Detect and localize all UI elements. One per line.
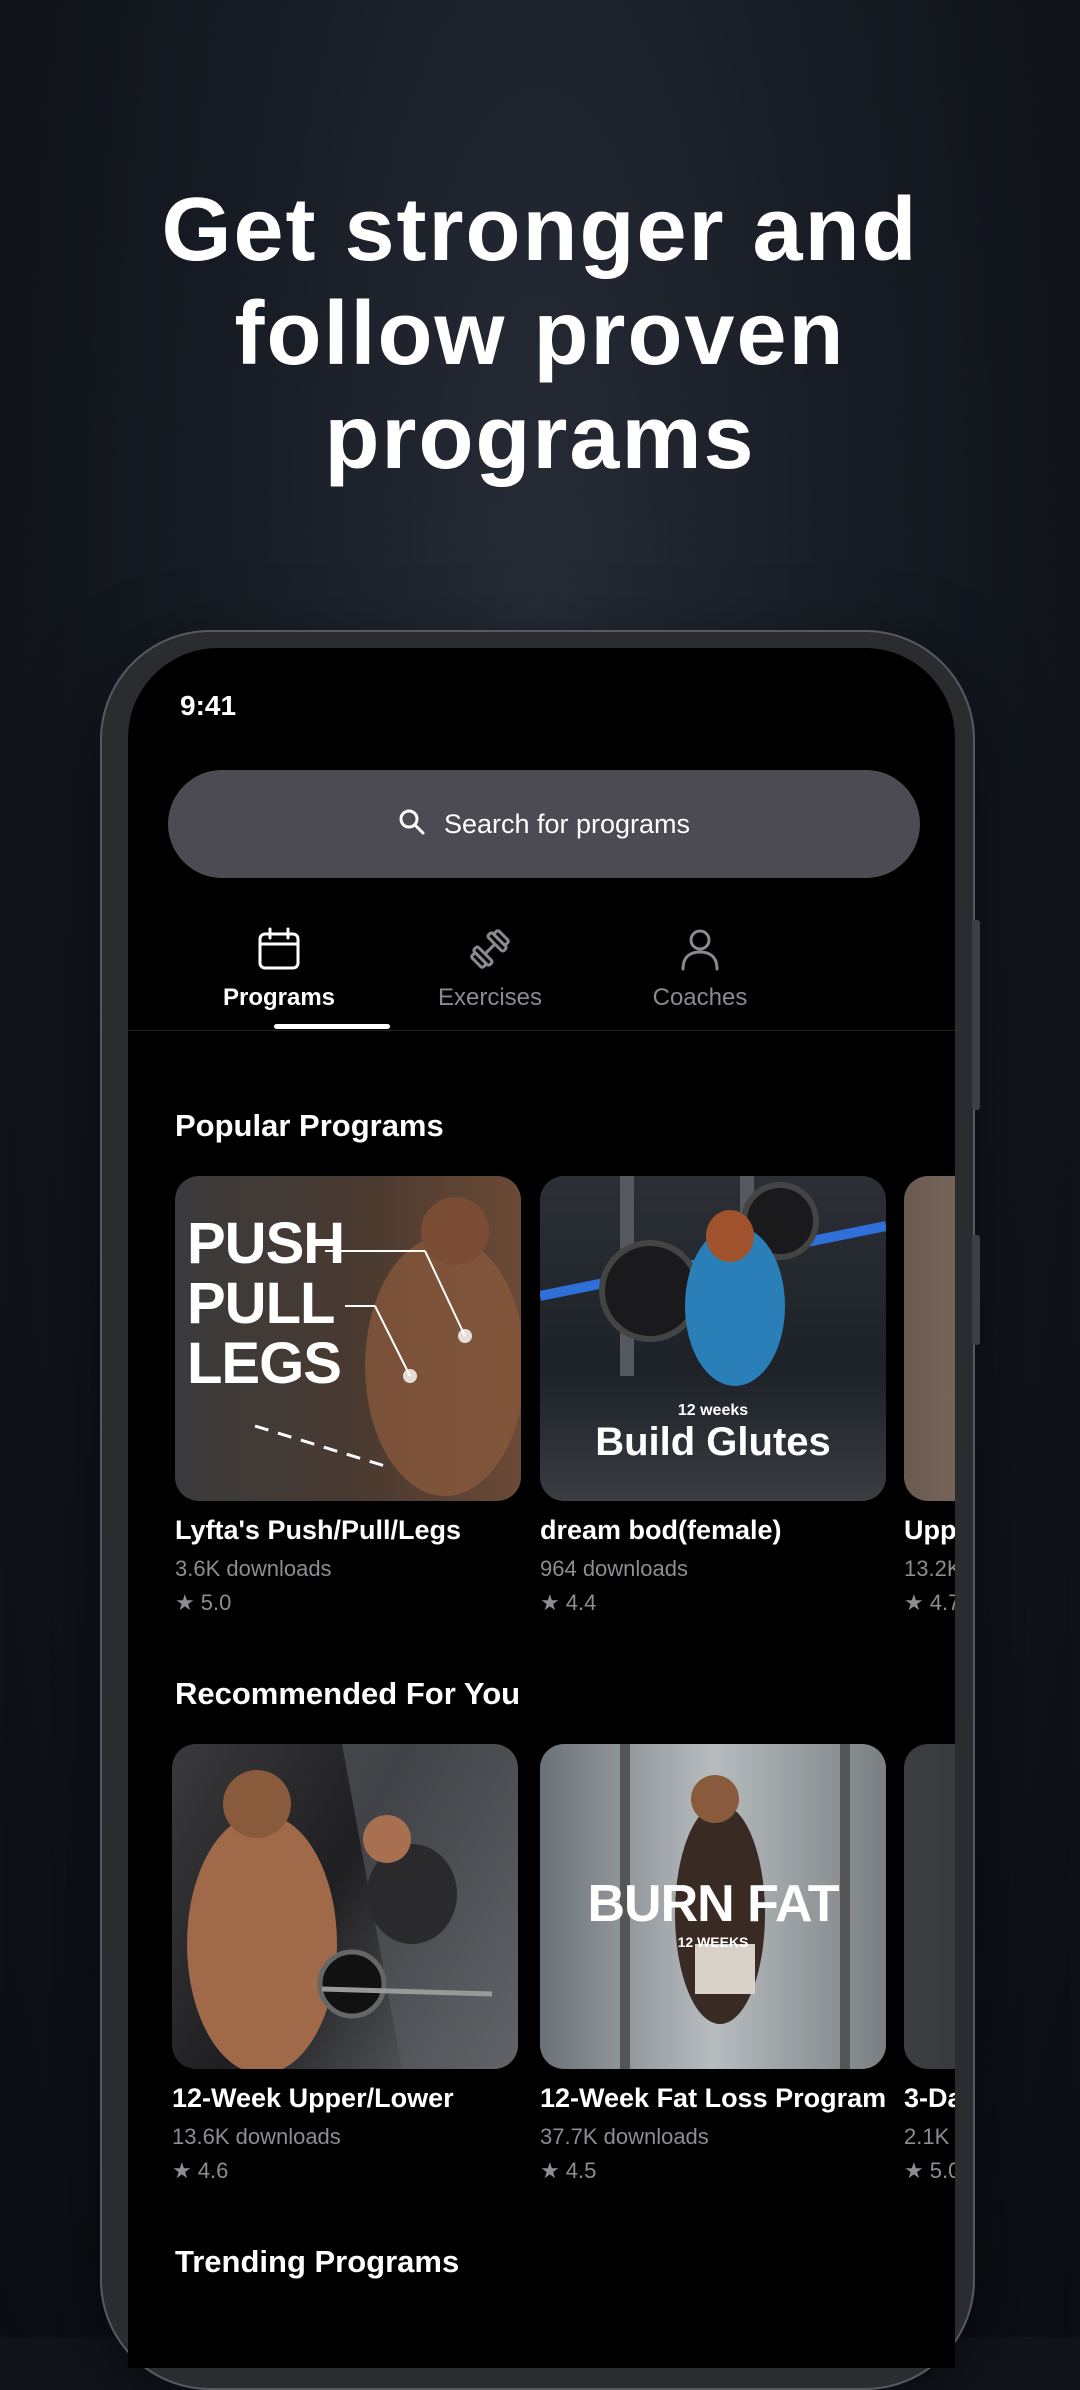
program-title: 12-Week Upper/Lower [172, 2083, 454, 2113]
phone-screen: 9:41 Search for programs Programs Exerci… [128, 648, 955, 2368]
star-icon: ★ [540, 1590, 560, 1615]
overlay-line: PUSH [187, 1211, 345, 1276]
program-title: 3-Da [904, 2083, 955, 2113]
tab-bar: Programs Exercises Coaches [128, 916, 955, 1031]
program-thumbnail [904, 1176, 955, 1501]
program-thumbnail [904, 1744, 955, 2069]
program-downloads: 37.7K downloads [540, 2124, 709, 2149]
section-title-trending: Trending Programs [175, 2244, 460, 2279]
rating-value: 4.5 [565, 2158, 597, 2183]
program-thumbnail: PUSH PULL LEGS [175, 1176, 521, 1501]
tab-label: Exercises [437, 984, 543, 1011]
calendar-icon [189, 916, 369, 972]
program-downloads: 13.6K downloads [172, 2124, 341, 2149]
rating-value: 4.6 [197, 2158, 229, 2183]
search-icon [398, 808, 426, 841]
star-icon: ★ [540, 2158, 560, 2183]
program-downloads: 964 downloads [540, 1556, 689, 1581]
status-bar-time: 9:41 [180, 690, 237, 721]
tab-label: Programs [222, 984, 336, 1011]
program-title: 12-Week Fat Loss Program [540, 2083, 886, 2113]
program-rating: ★ 5.0 [175, 1590, 521, 1616]
section-title-recommended: Recommended For You [175, 1676, 521, 1711]
headline-line-1: Get stronger and [161, 180, 919, 280]
program-downloads: 13.2K [904, 1556, 955, 1581]
headline-line-2: follow proven [234, 284, 846, 384]
program-rating: ★ 4.6 [172, 2158, 518, 2184]
program-card[interactable]: 3-Da 2.1K ★ 5.0 [904, 1744, 955, 2184]
program-card[interactable]: 12 weeks Build Glutes dream bod(female) … [540, 1176, 886, 1616]
thumbnail-subtitle: 12 WEEKS [677, 1934, 749, 1950]
thumbnail-overlay-title: BURN FAT [587, 1875, 839, 1933]
headline-line-3: programs [324, 388, 756, 488]
program-title: Lyfta's Push/Pull/Legs [175, 1515, 461, 1545]
thumbnail-subtitle: 12 weeks [677, 1402, 749, 1419]
tab-coaches[interactable]: Coaches [610, 916, 790, 1012]
program-rating: ★ 4.7 [904, 1590, 955, 1616]
program-card[interactable]: Upp 13.2K ★ 4.7 [904, 1176, 955, 1616]
phone-volume-button [972, 920, 980, 1110]
dumbbell-icon [400, 916, 580, 972]
program-card[interactable]: PUSH PULL LEGS Lyfta's Push/Pull/Legs 3.… [175, 1176, 521, 1616]
overlay-line: LEGS [187, 1331, 342, 1396]
active-tab-indicator [274, 1024, 390, 1029]
program-title: Upp [904, 1515, 955, 1545]
tab-programs[interactable]: Programs [189, 916, 369, 1012]
thumbnail-overlay-text: PUSH PULL LEGS [187, 1211, 345, 1396]
program-card[interactable]: BURN FAT 12 WEEKS 12-Week Fat Loss Progr… [540, 1744, 886, 2184]
rating-value: 4.7 [929, 1590, 955, 1615]
athlete-illustration [187, 1744, 518, 2069]
person-icon [610, 916, 790, 972]
marketing-headline: Get stronger and follow proven programs [0, 178, 1080, 490]
program-thumbnail: 12 weeks Build Glutes [540, 1176, 886, 1501]
program-thumbnail: BURN FAT 12 WEEKS [540, 1744, 886, 2069]
star-icon: ★ [175, 1590, 195, 1615]
program-downloads: 2.1K [904, 2124, 950, 2149]
tab-exercises[interactable]: Exercises [400, 916, 580, 1012]
star-icon: ★ [172, 2158, 192, 2183]
rating-value: 5.0 [929, 2158, 955, 2183]
program-card[interactable]: 12-Week Upper/Lower 13.6K downloads ★ 4.… [172, 1744, 518, 2184]
thumbnail-overlay-title: Build Glutes [595, 1420, 831, 1464]
program-thumbnail [172, 1744, 518, 2069]
section-title-popular: Popular Programs [175, 1108, 444, 1143]
program-title: dream bod(female) [540, 1515, 782, 1545]
phone-side-button [972, 1235, 980, 1345]
program-downloads: 3.6K downloads [175, 1556, 332, 1581]
search-bar[interactable]: Search for programs [168, 770, 920, 878]
overlay-line: PULL [187, 1271, 335, 1336]
program-rating: ★ 5.0 [904, 2158, 955, 2184]
star-icon: ★ [904, 2158, 924, 2183]
search-placeholder: Search for programs [443, 808, 691, 839]
star-icon: ★ [904, 1590, 924, 1615]
rating-value: 4.4 [565, 1590, 597, 1615]
program-rating: ★ 4.4 [540, 1590, 886, 1616]
tab-label: Coaches [652, 984, 748, 1011]
rating-value: 5.0 [200, 1590, 232, 1615]
program-rating: ★ 4.5 [540, 2158, 886, 2184]
